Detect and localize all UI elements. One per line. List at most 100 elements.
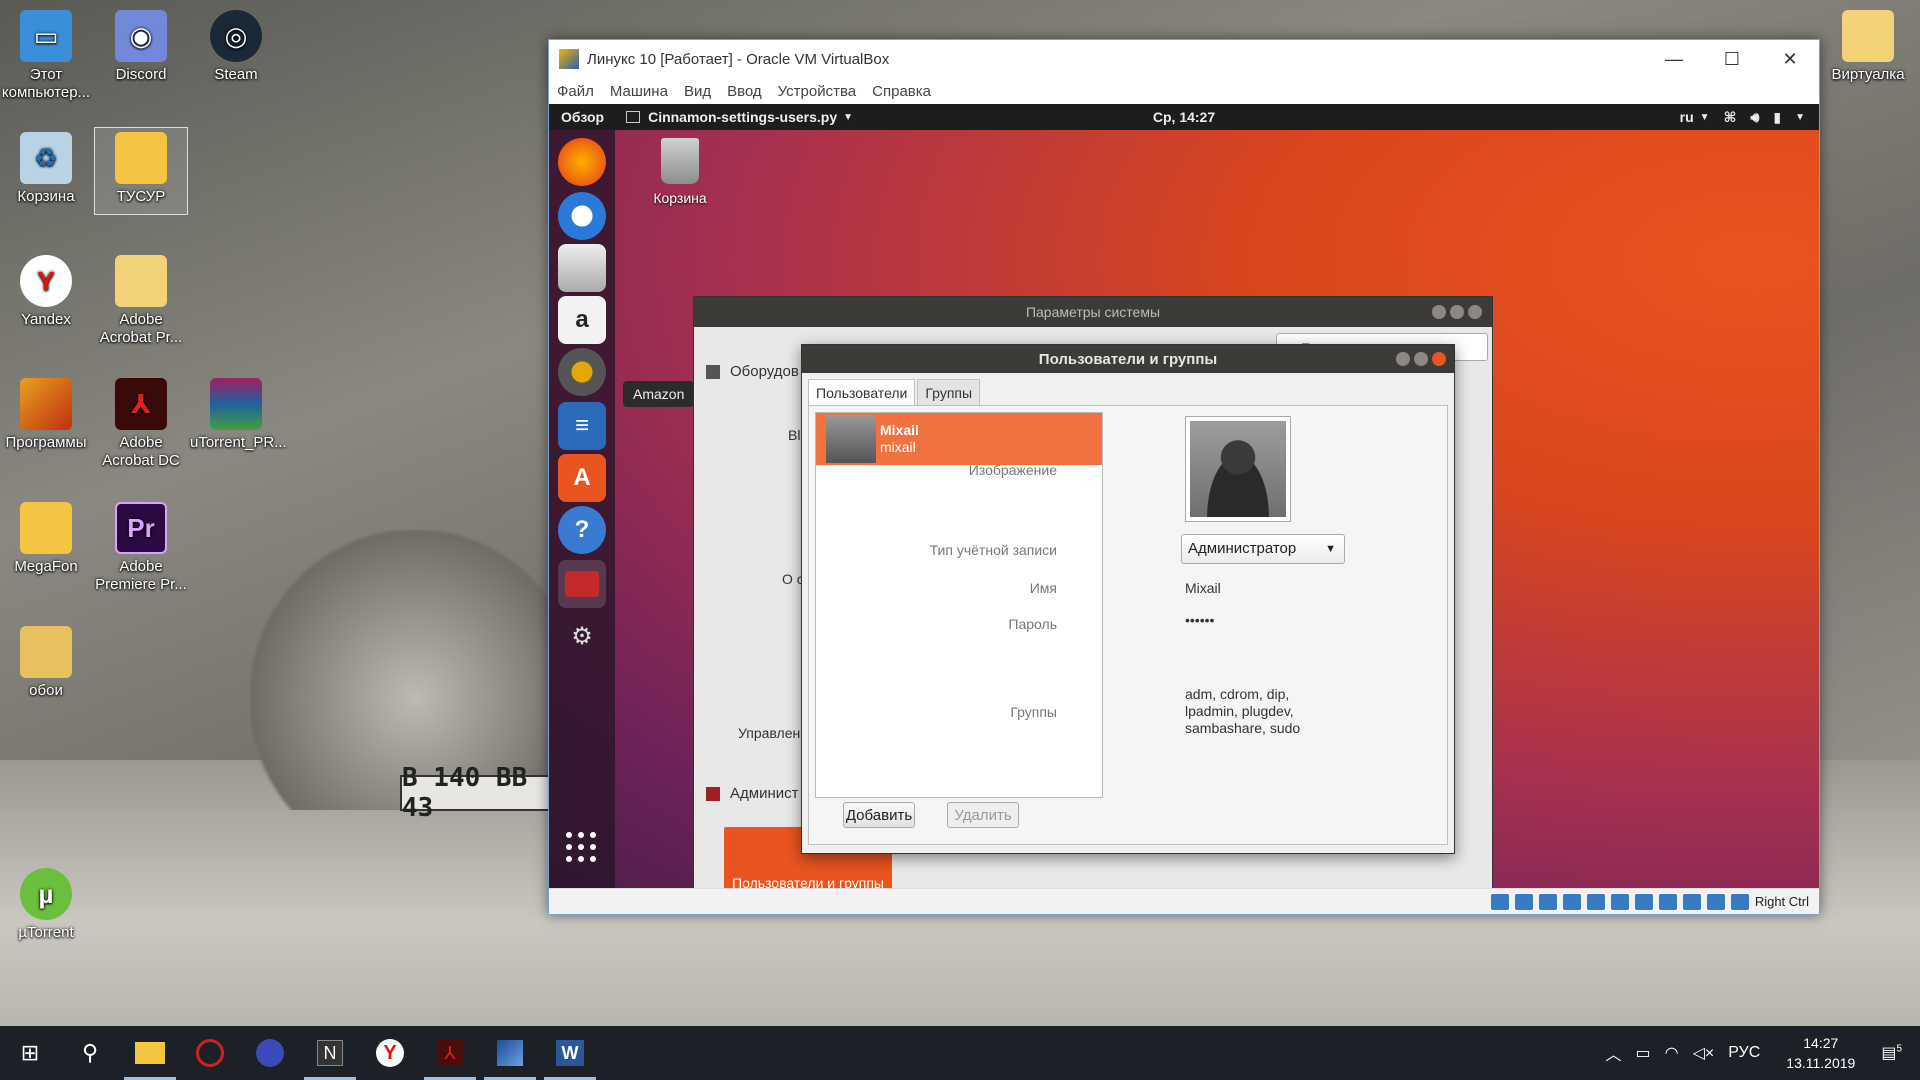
recording-icon[interactable] — [1658, 893, 1677, 910]
vbox-titlebar[interactable]: Линукс 10 [Работает] - Oracle VM Virtual… — [549, 40, 1819, 78]
speaker-muted-icon[interactable]: ◁× — [1693, 1043, 1715, 1063]
desktop-icon-adobe-premiere[interactable]: Pr Adobe Premiere Pr... — [95, 502, 187, 594]
shared-folders-icon[interactable] — [1610, 893, 1629, 910]
close-icon[interactable]: ✕ — [1761, 40, 1819, 78]
chevron-down-icon[interactable]: ▼ — [1795, 112, 1805, 123]
show-applications-icon[interactable] — [566, 832, 598, 864]
audio-icon[interactable] — [1538, 893, 1557, 910]
desktop-icon-tusur[interactable]: ТУСУР — [94, 127, 188, 215]
start-button[interactable]: ⊞ — [0, 1026, 60, 1080]
word-icon[interactable]: W — [540, 1026, 600, 1080]
desktop-icon-this-pc[interactable]: ▭ Этот компьютер... — [0, 10, 92, 102]
delete-user-button[interactable]: Удалить — [947, 802, 1019, 828]
app-icon-red[interactable] — [180, 1026, 240, 1080]
vbox-window-controls: — ☐ ✕ — [1645, 40, 1819, 78]
minimize-icon[interactable] — [1396, 352, 1410, 366]
maximize-icon[interactable]: ☐ — [1703, 40, 1761, 78]
image-label: Изображение — [968, 462, 1057, 478]
desktop-icon-yandex[interactable]: Y Yandex — [0, 255, 92, 329]
menu-machine[interactable]: Машина — [610, 83, 668, 100]
search-icon[interactable]: ⚲ — [60, 1026, 120, 1080]
desktop-icon-megafon[interactable]: MegaFon — [0, 502, 92, 576]
desktop-icon-discord[interactable]: ◉ Discord — [95, 10, 187, 84]
wifi-icon[interactable]: ◠ — [1665, 1043, 1679, 1063]
desktop-icon-recycle-bin[interactable]: ♻ Корзина — [0, 132, 92, 206]
groups-value[interactable]: adm, cdrom, dip, lpadmin, plugdev, samba… — [1185, 686, 1315, 737]
list-item[interactable]: Mixail mixail — [816, 413, 1102, 465]
account-type-value: Администратор — [1188, 540, 1297, 557]
close-icon[interactable] — [1432, 352, 1446, 366]
user-list[interactable]: Mixail mixail — [815, 412, 1103, 798]
help-icon[interactable]: ? — [558, 506, 606, 554]
desktop-icon-utorrent[interactable]: µ µTorrent — [0, 868, 92, 942]
virtualbox-icon[interactable] — [480, 1026, 540, 1080]
app-menu[interactable]: Cinnamon-settings-users.py ▼ — [626, 109, 853, 125]
desktop-icon-wallpapers[interactable]: обои — [0, 626, 92, 700]
user-picture-button[interactable] — [1185, 416, 1291, 522]
tab-groups[interactable]: Группы — [917, 379, 981, 406]
app-icon-blue[interactable] — [240, 1026, 300, 1080]
mouse-integration-icon[interactable] — [1706, 893, 1725, 910]
account-type-select[interactable]: Администратор ▼ — [1181, 534, 1345, 564]
desktop-icon-virtualka[interactable]: Виртуалка — [1822, 10, 1914, 84]
cpu-icon[interactable] — [1682, 893, 1701, 910]
chevron-up-icon[interactable]: ︿ — [1605, 1041, 1621, 1065]
settings-item-partial[interactable]: Bl — [788, 427, 800, 443]
notifications-icon[interactable]: ▤5 — [1881, 1043, 1902, 1063]
files-icon[interactable] — [558, 244, 606, 292]
maximize-icon[interactable] — [1414, 352, 1428, 366]
volume-icon[interactable]: 🔊︎ — [1751, 109, 1760, 126]
software-center-icon[interactable]: A — [558, 454, 606, 502]
menu-help[interactable]: Справка — [872, 83, 931, 100]
menu-view[interactable]: Вид — [684, 83, 711, 100]
hard-disk-icon[interactable] — [1490, 893, 1509, 910]
network-icon[interactable]: ⌘ — [1724, 109, 1737, 126]
keyboard-layout[interactable]: ru — [1680, 109, 1694, 125]
keyboard-icon[interactable] — [1730, 893, 1749, 910]
password-label: Пароль — [1008, 616, 1057, 632]
firefox-icon[interactable] — [558, 138, 606, 186]
users-titlebar[interactable]: Пользователи и группы — [802, 345, 1454, 373]
add-user-button[interactable]: Добавить — [843, 802, 915, 828]
settings-titlebar[interactable]: Параметры системы — [694, 297, 1492, 327]
taskbar-clock[interactable]: 14:27 13.11.2019 — [1786, 1033, 1855, 1073]
battery-icon[interactable]: ▭ — [1635, 1043, 1650, 1063]
guest-screen[interactable]: Обзор Cinnamon-settings-users.py ▼ Ср, 1… — [549, 104, 1819, 888]
amazon-icon[interactable]: a — [558, 296, 606, 344]
display-icon[interactable] — [1634, 893, 1653, 910]
rhythmbox-icon[interactable] — [558, 348, 606, 396]
no-entry-icon[interactable] — [558, 560, 606, 608]
minimize-icon[interactable]: — — [1645, 40, 1703, 78]
tab-users[interactable]: Пользователи — [808, 379, 916, 406]
desktop-icon-steam[interactable]: ◎ Steam — [190, 10, 282, 84]
file-explorer-icon[interactable] — [120, 1026, 180, 1080]
optical-drive-icon[interactable] — [1514, 893, 1533, 910]
settings-gear-icon[interactable]: ⚙ — [558, 612, 606, 660]
desktop-icon-adobe-acrobat-folder[interactable]: Adobe Acrobat Pr... — [95, 255, 187, 347]
menu-devices[interactable]: Устройства — [778, 83, 856, 100]
close-icon[interactable] — [1468, 305, 1482, 319]
usb-icon[interactable] — [1586, 893, 1605, 910]
menu-input[interactable]: Ввод — [727, 83, 762, 100]
minimize-icon[interactable] — [1432, 305, 1446, 319]
ubuntu-desktop-trash[interactable]: Корзина — [635, 138, 725, 206]
notion-icon[interactable]: N — [300, 1026, 360, 1080]
activities-button[interactable]: Обзор — [561, 109, 604, 125]
libreoffice-writer-icon[interactable]: ≡ — [558, 402, 606, 450]
password-value[interactable]: •••••• — [1185, 612, 1214, 628]
discord-icon: ◉ — [115, 10, 167, 62]
name-value[interactable]: Mixail — [1185, 580, 1221, 596]
settings-item-partial[interactable]: Управлен — [738, 725, 800, 741]
acrobat-icon[interactable]: ⅄ — [420, 1026, 480, 1080]
maximize-icon[interactable] — [1450, 305, 1464, 319]
yandex-browser-icon[interactable]: Y — [360, 1026, 420, 1080]
desktop-icon-adobe-acrobat-dc[interactable]: ⅄ Adobe Acrobat DC — [95, 378, 187, 470]
desktop-icon-utorrent-installer[interactable]: uTorrent_PR... — [190, 378, 287, 452]
menu-file[interactable]: Файл — [557, 83, 594, 100]
input-language[interactable]: РУС — [1728, 1044, 1760, 1062]
desktop-icon-programs[interactable]: Программы — [0, 378, 92, 452]
network-icon[interactable] — [1562, 893, 1581, 910]
thunderbird-icon[interactable] — [558, 192, 606, 240]
battery-icon[interactable]: ▮ — [1773, 109, 1781, 126]
ubuntu-clock[interactable]: Ср, 14:27 — [1153, 109, 1215, 125]
